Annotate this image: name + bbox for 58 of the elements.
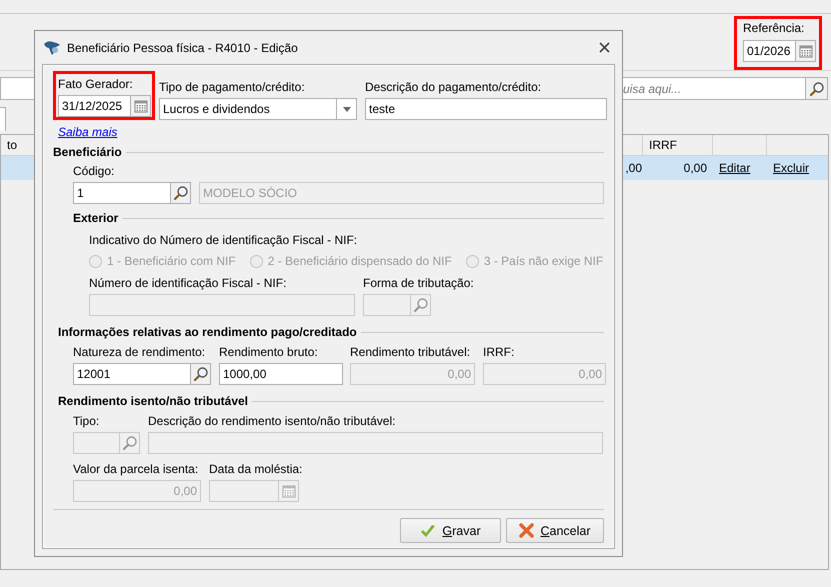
field-label: Tipo de pagamento/crédito: (159, 80, 306, 95)
dropdown-button[interactable] (337, 98, 357, 120)
check-icon (420, 524, 436, 538)
field-label: Forma de tributação: (363, 276, 474, 291)
field-label: Rendimento bruto: (219, 345, 319, 360)
calendar-icon (282, 484, 296, 498)
calendar-button[interactable] (796, 40, 816, 62)
caret-icon (342, 106, 350, 112)
delete-link[interactable]: Excluir (773, 161, 810, 175)
input-field[interactable]: teste (365, 98, 607, 120)
section-title: Rendimento isento/não tributável (58, 394, 248, 408)
field-label: IRRF: (483, 345, 516, 360)
field-label: Referência: (743, 21, 806, 36)
input-field[interactable]: 1000,00 (219, 363, 343, 385)
field-label: Descrição do pagamento/crédito: (365, 80, 542, 95)
field-label: Natureza de rendimento: (73, 345, 206, 360)
table-cell-text: 0,00 (682, 160, 708, 177)
input-field[interactable]: 1 (73, 182, 171, 204)
column-header: IRRF (643, 135, 713, 155)
field-label: Rendimento tributável: (350, 345, 472, 360)
input-field[interactable]: 01/2026 (743, 40, 796, 62)
calendar-icon (134, 99, 148, 113)
calendar-button[interactable] (279, 480, 299, 502)
tab[interactable] (0, 107, 6, 131)
cross-icon (519, 523, 534, 538)
section-title: Beneficiário (53, 145, 122, 159)
cancel-button[interactable]: Cancelar (506, 518, 604, 543)
app-icon (43, 40, 61, 56)
field-label: Fato Gerador: (58, 77, 134, 92)
field-label: Data da moléstia: (209, 462, 302, 477)
close-icon (598, 42, 610, 53)
search-icon (122, 435, 138, 451)
search-icon (808, 80, 824, 96)
search-button[interactable] (806, 77, 828, 100)
input-field[interactable]: 12001 (73, 363, 191, 385)
search-button[interactable] (171, 182, 191, 204)
search-button[interactable] (191, 363, 211, 385)
help-link[interactable]: Saiba mais (58, 125, 118, 139)
search-icon (192, 366, 208, 382)
save-button[interactable]: Gravar (400, 518, 501, 543)
input-field[interactable]: Lucros e dividendos (159, 98, 337, 120)
field-label: Descrição do rendimento isento/não tributável: (148, 414, 396, 429)
edit-link[interactable]: Editar (719, 161, 750, 175)
calendar-icon (798, 44, 812, 58)
input-field[interactable]: 31/12/2025 (58, 95, 131, 117)
window-title: Beneficiário Pessoa física - R4010 - Edição (67, 40, 299, 54)
column-header: to (7, 138, 18, 152)
section-title: Informações relativas ao rendimento pago/creditado (58, 325, 357, 339)
field-label: Indicativo do Número de identificação Fiscal - NIF: (89, 233, 358, 248)
field-label: Número de identificação Fiscal - NIF: (89, 276, 288, 291)
field-label: Código: (73, 164, 116, 179)
search-icon (172, 185, 188, 201)
section-title: Exterior (73, 211, 118, 225)
field-label: Tipo: (73, 414, 100, 429)
calendar-button[interactable] (131, 95, 151, 117)
field-label: Valor da parcela isenta: (73, 462, 200, 477)
table-cell-text: ,00 (624, 160, 643, 177)
search-icon (412, 297, 428, 313)
